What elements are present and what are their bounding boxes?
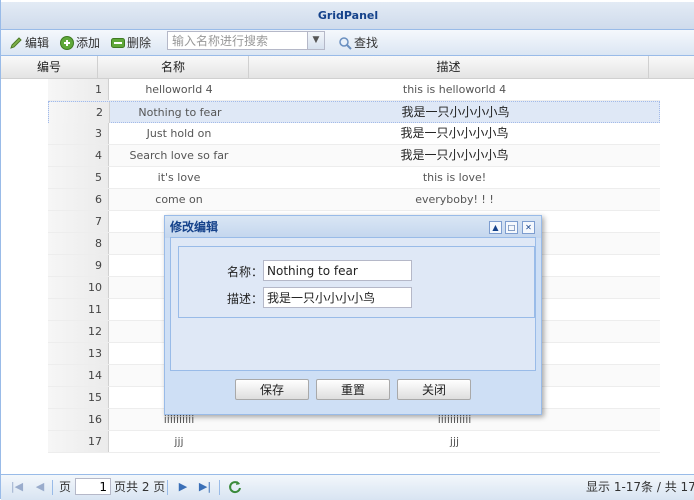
table-row[interactable]: 17 jjj jjj — [48, 431, 660, 453]
column-header-number[interactable]: 编号 — [1, 56, 98, 78]
cell-desc: jjj — [449, 435, 460, 448]
row-number: 11 — [48, 299, 109, 320]
name-field[interactable] — [263, 260, 412, 281]
pencil-icon — [9, 36, 23, 50]
plus-icon — [60, 35, 74, 50]
find-label: 查找 — [354, 36, 379, 50]
refresh-icon[interactable] — [228, 480, 242, 494]
chevron-down-icon[interactable]: ▼ — [307, 32, 324, 49]
row-number: 15 — [48, 387, 109, 408]
edit-dialog: 修改编辑 ▲ □ ✕ 名称： 描述： 保存 重置 关闭 — [164, 215, 542, 415]
delete-label: 删除 — [127, 36, 152, 50]
cell-desc: this is love! — [422, 171, 487, 184]
row-number: 1 — [48, 79, 109, 100]
edit-form: 名称： 描述： — [178, 246, 535, 318]
pager-separator — [167, 480, 168, 495]
row-number: 16 — [48, 409, 109, 430]
row-number: 3 — [48, 123, 109, 144]
page-label: 页 — [59, 480, 72, 494]
row-number: 8 — [48, 233, 109, 254]
name-field-label: 名称： — [226, 265, 263, 279]
desc-field-label: 描述： — [226, 292, 263, 306]
page-count-text: 页共 2 页 — [114, 480, 166, 494]
row-number: 10 — [48, 277, 109, 298]
row-number: 4 — [48, 145, 109, 166]
row-number: 17 — [48, 431, 109, 452]
next-page-icon[interactable]: ▶ — [176, 480, 190, 494]
table-row[interactable]: 5 it's love this is love! — [48, 167, 660, 189]
row-number: 12 — [48, 321, 109, 342]
cell-name: Search love so far — [129, 149, 229, 162]
toolbar: 编辑 添加 删除 查找 — [1, 30, 694, 56]
pager-separator — [219, 480, 220, 495]
edit-label: 编辑 — [25, 36, 50, 50]
grid-panel: GridPanel 编辑 添加 删除 查找 ▼ — [0, 0, 694, 500]
find-button[interactable]: 查找 — [338, 33, 378, 52]
dialog-header[interactable]: 修改编辑 ▲ □ ✕ — [165, 216, 541, 238]
cell-name: come on — [155, 193, 203, 206]
add-label: 添加 — [76, 36, 101, 50]
paging-toolbar: |◀ ◀ 页 页共 2 页 ▶ ▶| 显示 1-17条 / 共 17 条 — [1, 474, 694, 500]
prev-page-icon[interactable]: ◀ — [33, 480, 47, 494]
cell-name: Just hold on — [146, 127, 212, 140]
first-page-icon[interactable]: |◀ — [10, 480, 24, 494]
display-info: 显示 1-17条 / 共 17 条 — [586, 480, 694, 494]
page-number-input[interactable] — [75, 478, 111, 495]
cell-desc: everyboby! ! ! — [415, 193, 494, 206]
grid-header: 编号 名称 描述 — [1, 56, 694, 79]
column-header-name[interactable]: 名称 — [98, 56, 249, 78]
cell-desc: 我是一只小小小小鸟 — [400, 126, 509, 140]
row-number: 5 — [48, 167, 109, 188]
edit-button[interactable]: 编辑 — [9, 33, 49, 52]
cell-desc: this is helloworld 4 — [402, 83, 507, 96]
table-row[interactable]: 1 helloworld 4 this is helloworld 4 — [48, 79, 660, 101]
cell-name: helloworld 4 — [145, 83, 213, 96]
search-combo[interactable]: ▼ — [167, 31, 325, 50]
panel-title: GridPanel — [1, 2, 694, 30]
table-row[interactable]: 6 come on everyboby! ! ! — [48, 189, 660, 211]
search-icon — [338, 36, 352, 50]
table-row[interactable]: 4 Search love so far 我是一只小小小小鸟 — [48, 145, 660, 167]
pager-separator — [52, 480, 53, 495]
row-number: 14 — [48, 365, 109, 386]
cell-name: jjj — [174, 435, 184, 448]
table-row[interactable]: 3 Just hold on 我是一只小小小小鸟 — [48, 123, 660, 145]
desc-field[interactable] — [263, 287, 412, 308]
reset-button[interactable]: 重置 — [316, 379, 390, 400]
maximize-icon[interactable]: □ — [505, 221, 518, 234]
cell-name: Nothing to fear — [138, 106, 222, 119]
search-input[interactable] — [168, 32, 316, 49]
add-button[interactable]: 添加 — [60, 33, 100, 52]
save-button[interactable]: 保存 — [235, 379, 309, 400]
delete-button[interactable]: 删除 — [111, 33, 151, 52]
close-button[interactable]: 关闭 — [397, 379, 471, 400]
column-header-desc[interactable]: 描述 — [249, 56, 649, 78]
cell-desc: 我是一只小小小小鸟 — [401, 105, 510, 119]
collapse-icon[interactable]: ▲ — [489, 221, 502, 234]
row-number: 2 — [49, 102, 110, 123]
close-icon[interactable]: ✕ — [522, 221, 535, 234]
cell-desc: 我是一只小小小小鸟 — [400, 148, 509, 162]
row-number: 13 — [48, 343, 109, 364]
minus-icon — [111, 36, 125, 50]
row-number: 9 — [48, 255, 109, 276]
dialog-title: 修改编辑 — [170, 220, 219, 234]
last-page-icon[interactable]: ▶| — [198, 480, 212, 494]
table-row[interactable]: 2 Nothing to fear 我是一只小小小小鸟 — [48, 101, 660, 123]
row-number: 7 — [48, 211, 109, 232]
row-number: 6 — [48, 189, 109, 210]
cell-name: it's love — [157, 171, 201, 184]
